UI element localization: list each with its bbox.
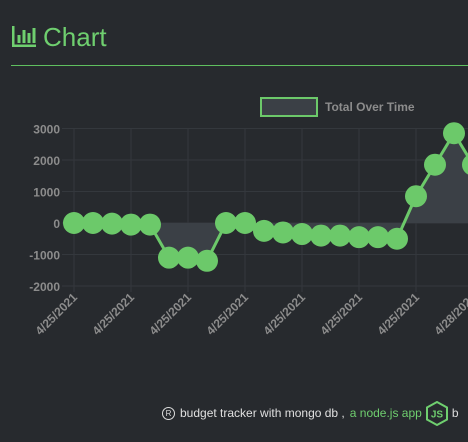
x-tick-label: 4/25/2021	[146, 290, 194, 338]
x-tick-label: 4/25/2021	[203, 290, 251, 338]
data-point	[82, 212, 104, 234]
y-tick-label: 1000	[33, 186, 60, 200]
legend-swatch	[260, 97, 318, 117]
data-point	[443, 122, 465, 145]
registered-icon: R	[162, 406, 175, 420]
data-point	[253, 219, 275, 242]
footer-extra: b	[451, 406, 459, 420]
header-divider	[11, 65, 468, 66]
data-point	[291, 223, 313, 246]
footer-text: budget tracker with mongo db ,	[180, 406, 345, 420]
data-point	[405, 185, 427, 208]
footer: R budget tracker with mongo db , a node.…	[162, 400, 459, 426]
x-tick-label: 4/25/2021	[374, 290, 422, 338]
page-title: Chart	[43, 22, 107, 52]
y-tick-label: 2000	[33, 154, 60, 168]
data-point	[310, 224, 332, 247]
data-point	[196, 249, 218, 272]
data-point	[215, 212, 237, 234]
total-over-time-chart: 3000200010000-1000-20004/25/2021 4/25/202…	[29, 97, 468, 338]
data-point	[234, 212, 256, 234]
y-tick-label: 3000	[33, 123, 60, 137]
x-tick-label: 4/25/2021	[317, 290, 365, 338]
x-tick-label: 4/28/2021	[431, 290, 468, 338]
bar-chart-icon	[12, 26, 36, 47]
y-tick-label: 0	[53, 217, 60, 231]
data-point	[120, 213, 142, 236]
svg-text:JS: JS	[431, 409, 444, 420]
data-point	[329, 224, 351, 247]
legend-label[interactable]: Total Over Time	[325, 100, 415, 114]
nodejs-link[interactable]: a node.js app	[350, 406, 422, 420]
chart-header: Chart	[11, 20, 107, 54]
y-tick-label: -2000	[29, 280, 60, 294]
y-tick-label: -1000	[29, 249, 60, 263]
x-tick-label: 4/25/2021	[89, 290, 137, 338]
data-point	[63, 212, 85, 234]
data-point	[424, 153, 446, 176]
data-point	[177, 246, 199, 269]
data-point	[386, 227, 408, 250]
x-tick-label: 4/25/2021	[32, 290, 80, 338]
x-tick-label: 4/25/2021	[260, 290, 308, 338]
data-point	[139, 213, 161, 236]
nodejs-icon[interactable]: JS	[425, 400, 448, 426]
data-point	[348, 226, 370, 249]
data-point	[101, 212, 123, 235]
data-point	[158, 246, 180, 269]
data-point	[272, 221, 294, 244]
data-point	[367, 226, 389, 249]
